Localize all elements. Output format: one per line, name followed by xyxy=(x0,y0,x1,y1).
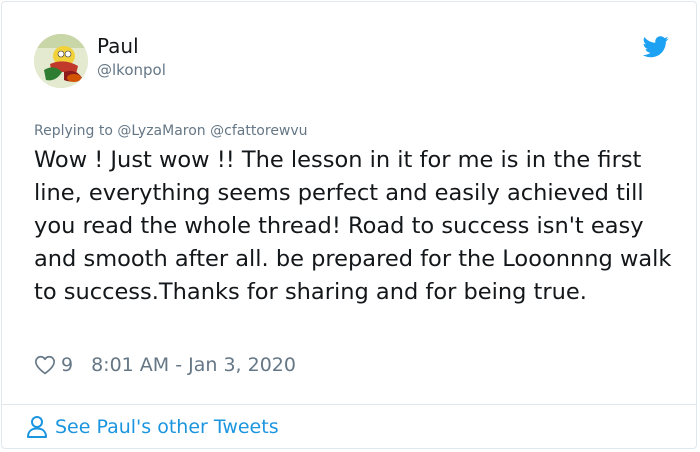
avatar-image xyxy=(34,34,88,88)
replying-to: Replying to @LyzaMaron @cfattorewvu xyxy=(34,121,308,141)
heart-icon[interactable] xyxy=(34,354,56,376)
author-name[interactable]: Paul xyxy=(97,34,139,58)
avatar[interactable] xyxy=(34,34,88,88)
see-other-tweets-label[interactable]: See Paul's other Tweets xyxy=(55,416,279,438)
author-handle[interactable]: @lkonpol xyxy=(97,60,166,80)
mention-link[interactable]: @LyzaMaron xyxy=(117,123,205,139)
tweet-meta: 9 8:01 AM - Jan 3, 2020 xyxy=(34,352,296,378)
like-count: 9 xyxy=(61,354,74,376)
replying-to-label: Replying to xyxy=(34,123,113,139)
person-icon xyxy=(27,416,47,438)
divider xyxy=(2,404,696,405)
tweet-card: Paul @lkonpol Replying to @LyzaMaron @cf… xyxy=(1,1,697,449)
tweet-timestamp[interactable]: 8:01 AM - Jan 3, 2020 xyxy=(91,354,296,376)
see-other-tweets-link[interactable]: See Paul's other Tweets xyxy=(26,415,279,439)
mention-link[interactable]: @cfattorewvu xyxy=(210,123,307,139)
tweet-text: Wow ! Just wow !! The lesson in it for m… xyxy=(34,147,672,305)
twitter-bird-icon[interactable] xyxy=(643,36,669,58)
